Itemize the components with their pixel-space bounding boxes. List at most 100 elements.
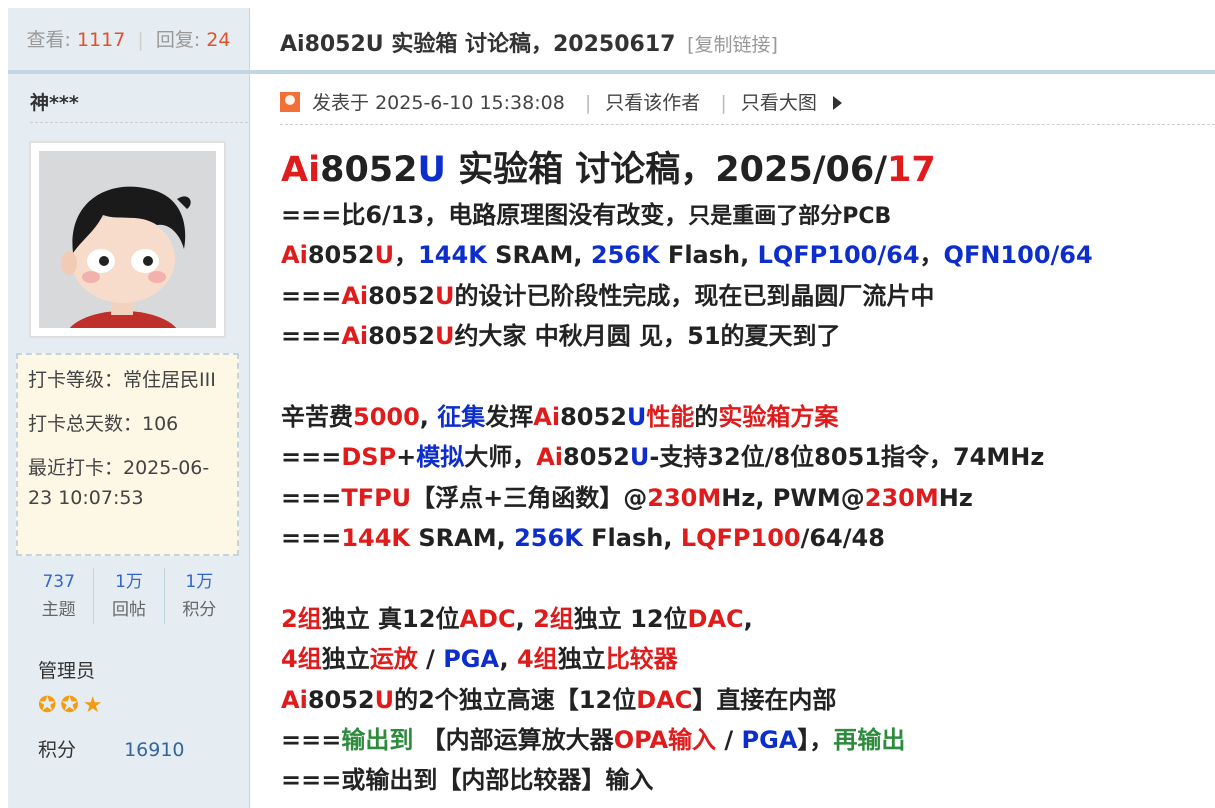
count-label[interactable]: 主题 — [24, 596, 93, 624]
post-text-segment: Ai — [341, 322, 369, 351]
post-text-segment: 230M — [864, 483, 939, 512]
count-value[interactable]: 737 — [24, 568, 93, 596]
post-text-segment: 256K — [590, 241, 660, 270]
checkin-panel: 打卡等级：常住居民III 打卡总天数：106 最近打卡：2025-06-23 1… — [16, 353, 239, 556]
post-date: 发表于 2025-6-10 15:38:08 — [312, 92, 565, 114]
post-text-segment: PGA — [443, 645, 500, 674]
headline-segment: U — [417, 150, 446, 190]
post-text-segment: OPA输入 — [613, 726, 717, 755]
post-text-segment: /64/48 — [800, 524, 885, 553]
post-text-segment: LQFP100 — [680, 524, 801, 553]
post-text-segment: ， — [919, 241, 944, 270]
post-line: ===Ai8052U约大家 中秋月圆 见，51的夏天到了 — [281, 316, 1211, 356]
count-label[interactable]: 积分 — [165, 596, 234, 624]
post-text-segment: 8052 — [560, 402, 627, 431]
post-line: Ai8052U，144K SRAM, 256K Flash, LQFP100/6… — [281, 235, 1211, 275]
post-text-segment: U — [374, 685, 395, 714]
post-text-segment: + — [396, 443, 417, 472]
only-author-link[interactable]: 只看该作者 — [605, 92, 700, 114]
thread-title-text: Ai8052U 实验箱 讨论稿，20250617 — [280, 32, 676, 57]
post-text-segment: 只是重画了部分PCB — [688, 204, 892, 229]
post-text-segment: 的2个独立高速【12位 — [394, 685, 637, 714]
post-text-segment: 4组 — [516, 645, 558, 674]
user-online-icon — [280, 92, 300, 112]
rank-stars-icon: ✪✪★ — [38, 693, 107, 718]
post-line: ===144K SRAM, 256K Flash, LQFP100/64/48 — [281, 518, 1211, 558]
post-text-segment: 再输出 — [833, 726, 906, 755]
post-text-segment: QFN100/64 — [943, 241, 1093, 270]
post-text-segment: Ai — [281, 241, 308, 270]
post-text-segment: 8052 — [368, 281, 435, 310]
post-text-segment: 230M — [647, 483, 722, 512]
stats-divider: | — [137, 29, 144, 51]
post-text-segment: 运放 — [369, 645, 418, 674]
post-text-segment: 【浮点+三角函数】@ — [411, 483, 648, 512]
post-text-segment: 256K — [514, 524, 583, 553]
count-value[interactable]: 1万 — [165, 568, 234, 596]
post-text-segment: === — [281, 322, 342, 351]
post-text-segment: Ai — [341, 281, 369, 310]
post-text-segment: === — [281, 524, 342, 553]
post-text-segment: 约大家 中秋月圆 见，51的夏天到了 — [454, 322, 841, 351]
post-line: ===输出到 【内部运算放大器OPA输入 / PGA】，再输出 — [281, 720, 1211, 760]
post-line: Ai8052U的2个独立高速【12位DAC】直接在内部 — [281, 680, 1211, 720]
user-group[interactable]: 管理员 — [38, 656, 95, 683]
thread-title: Ai8052U 实验箱 讨论稿，20250617 [复制链接] — [280, 26, 778, 58]
copy-link-button[interactable]: [复制链接] — [687, 34, 778, 56]
post-text-segment: , — [499, 645, 517, 674]
post-text-segment: === — [281, 281, 342, 310]
post-text-segment: 8052 — [307, 241, 375, 270]
author-name[interactable]: 神*** — [30, 88, 248, 123]
count-topics[interactable]: 737 主题 — [24, 568, 95, 624]
author-counts: 737 主题 1万 回帖 1万 积分 — [24, 568, 234, 624]
post-text-segment: 【内部运算放大器 — [413, 726, 614, 755]
post-text-segment: U — [626, 402, 647, 431]
meta-divider: | — [584, 92, 592, 114]
only-images-link[interactable]: 只看大图 — [741, 92, 817, 114]
post-text-segment: 】， — [797, 726, 834, 755]
post-text-segment: U — [434, 281, 455, 310]
post-text-segment: 性能 — [646, 402, 695, 431]
count-replies[interactable]: 1万 回帖 — [94, 568, 165, 624]
post-text-segment: Hz, PWM@ — [721, 483, 865, 512]
headline-segment: 17 — [887, 150, 936, 190]
last-checkin: 最近打卡：2025-06-23 10:07:53 — [28, 457, 210, 509]
post-text-segment: / — [716, 726, 742, 755]
post-text-segment: 发挥 — [485, 402, 534, 431]
post-line: ===Ai8052U的设计已阶段性完成，现在已到晶圆厂流片中 — [281, 276, 1211, 316]
post-text-segment: ADC — [459, 604, 516, 633]
thread-title-bar: Ai8052U 实验箱 讨论稿，20250617 [复制链接] — [250, 8, 1215, 74]
post-text-segment: PGA — [741, 726, 798, 755]
post-text-segment: U — [629, 443, 650, 472]
count-value[interactable]: 1万 — [94, 568, 163, 596]
points-label: 积分 — [38, 739, 77, 761]
checkin-level: 打卡等级：常住居民III — [28, 369, 216, 391]
post-text-segment: TFPU — [341, 483, 412, 512]
post-lines: ===比6/13，电路原理图没有改变，只是重画了部分PCB Ai8052U，144… — [281, 195, 1211, 801]
post-text-segment: Ai — [281, 685, 308, 714]
post-text-segment: , — [515, 604, 534, 633]
views-label: 查看: — [26, 29, 71, 51]
play-arrow-icon[interactable] — [832, 96, 842, 110]
count-points[interactable]: 1万 积分 — [165, 568, 234, 624]
post-text-segment: DAC — [687, 604, 744, 633]
post-text-segment: DSP — [341, 443, 397, 472]
post-text-segment: 8052 — [563, 443, 630, 472]
avatar[interactable] — [30, 142, 225, 337]
headline-segment: 实验箱 讨论稿，2025/06/ — [445, 150, 887, 190]
thread-stats: 查看: 1117 | 回复: 24 — [8, 8, 249, 74]
post-text-segment: Ai — [533, 402, 561, 431]
post-text-segment: 独立 真12位 — [321, 604, 460, 633]
post-text-segment: 独立 — [557, 645, 606, 674]
post-text-segment: , — [743, 604, 753, 633]
points-value: 16910 — [124, 739, 185, 761]
count-label[interactable]: 回帖 — [94, 596, 163, 624]
post-text-segment: ， — [394, 241, 419, 270]
author-sidebar: 查看: 1117 | 回复: 24 神*** 打卡等级：常住居民III 打卡总天… — [8, 8, 250, 808]
post-text-segment: U — [434, 322, 455, 351]
post-text-segment: 大师， — [464, 443, 537, 472]
post-meta: 发表于 2025-6-10 15:38:08 | 只看该作者 | 只看大图 — [280, 88, 1215, 125]
post-line: ===或输出到【内部比较器】输入 — [281, 760, 1211, 800]
post-text-segment: Hz — [938, 483, 973, 512]
